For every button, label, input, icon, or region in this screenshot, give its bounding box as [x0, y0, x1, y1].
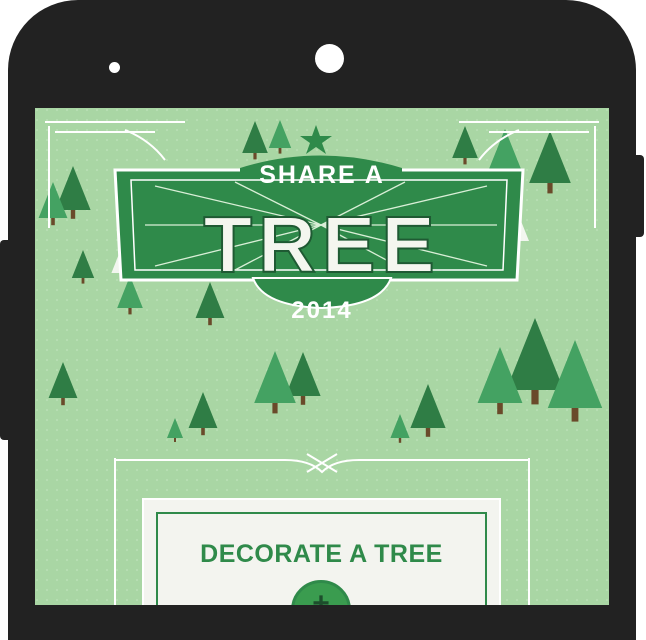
app-screen: SHARE A TREE 2014 DECORATE A TREE +	[35, 108, 609, 605]
decorate-card-border: DECORATE A TREE +	[156, 512, 487, 605]
plus-icon: +	[312, 587, 330, 605]
volume-button	[0, 240, 12, 440]
decorate-tree-button[interactable]: DECORATE A TREE	[158, 540, 485, 569]
title-line1: SHARE A	[259, 161, 385, 189]
front-camera	[315, 44, 344, 73]
power-button	[634, 155, 644, 237]
title-main: TREE	[203, 200, 440, 289]
decorate-card[interactable]: DECORATE A TREE +	[142, 498, 501, 605]
add-button[interactable]: +	[291, 580, 351, 605]
title-year: 2014	[291, 297, 352, 324]
speaker-dot	[109, 62, 120, 73]
